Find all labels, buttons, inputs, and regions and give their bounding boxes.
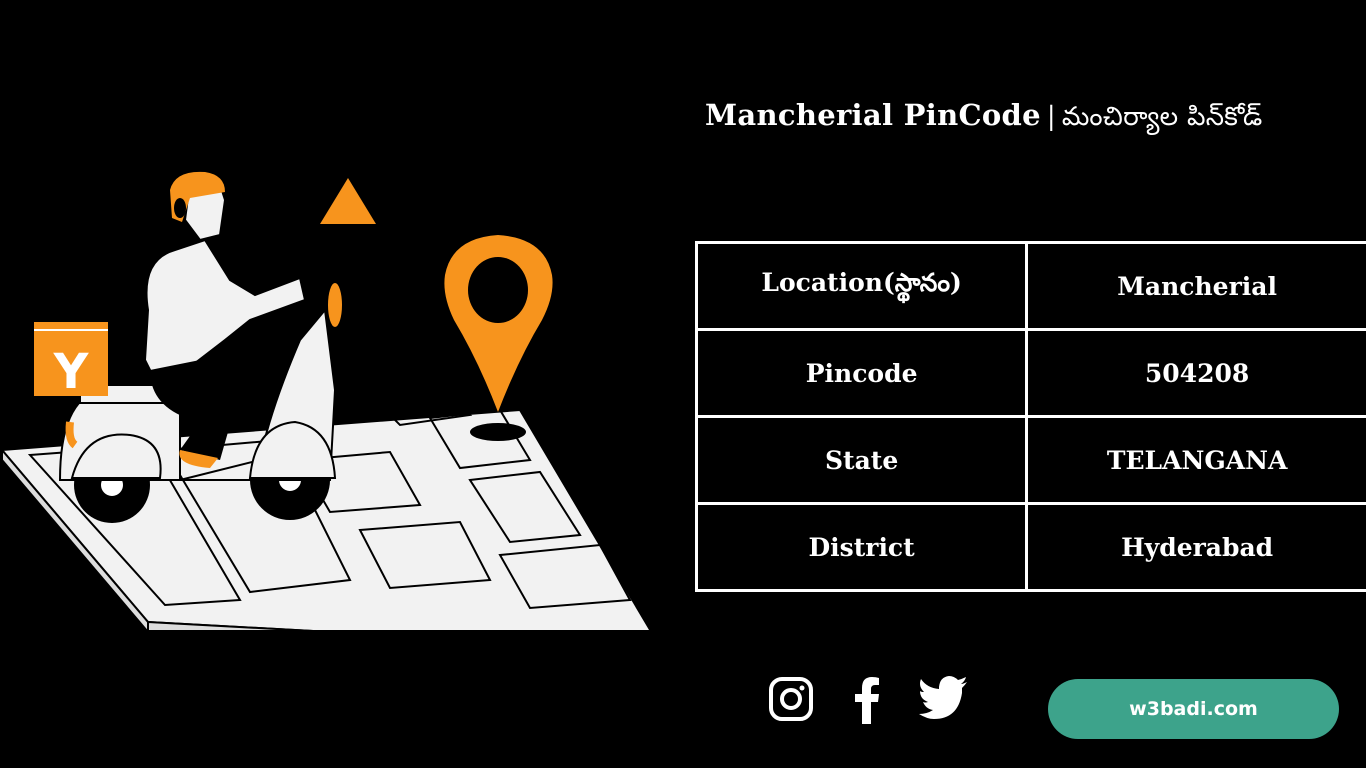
- row-value: 504208: [1025, 328, 1366, 418]
- location-pin-icon: [444, 235, 553, 441]
- instagram-icon[interactable]: [768, 676, 814, 722]
- svg-text:Y: Y: [53, 344, 90, 400]
- pincode-info-table: Location(స్థానం) Mancherial Pincode 5042…: [694, 241, 1366, 592]
- website-button[interactable]: w3badi.com: [1048, 679, 1339, 739]
- row-label: District: [694, 502, 1029, 592]
- page-title: Mancherial PinCode | మంచిర్యాల పిన్‌కోడ్: [705, 98, 1263, 138]
- table-row: District Hyderabad: [694, 502, 1366, 592]
- twitter-icon[interactable]: [918, 676, 968, 720]
- triangle-icon: [320, 178, 376, 224]
- row-value: Hyderabad: [1025, 502, 1366, 592]
- facebook-icon[interactable]: [852, 676, 882, 724]
- row-label: Location(స్థానం): [694, 241, 1029, 331]
- row-value: Mancherial: [1025, 241, 1366, 331]
- title-separator: |: [1046, 102, 1056, 132]
- title-english: Mancherial PinCode: [705, 98, 1041, 132]
- delivery-illustration: Y: [0, 171, 652, 630]
- table-row: State TELANGANA: [694, 415, 1366, 505]
- title-telugu: మంచిర్యాల పిన్‌కోడ్: [1061, 102, 1263, 132]
- row-label: Pincode: [694, 328, 1029, 418]
- table-row: Pincode 504208: [694, 328, 1366, 418]
- row-label: State: [694, 415, 1029, 505]
- table-row: Location(స్థానం) Mancherial: [694, 241, 1366, 331]
- row-value: TELANGANA: [1025, 415, 1366, 505]
